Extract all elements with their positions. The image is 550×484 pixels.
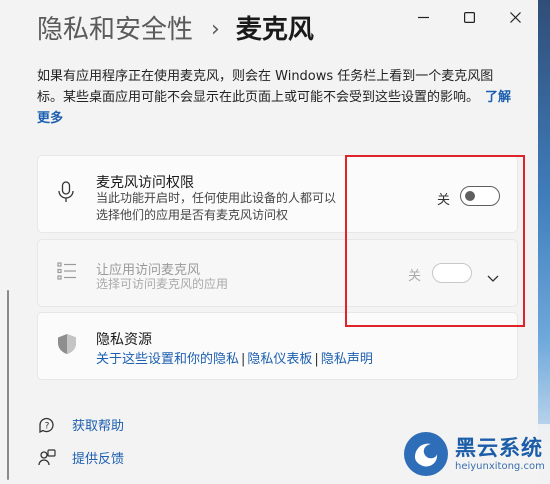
window-controls (400, 6, 538, 28)
microphone-access-card: 麦克风访问权限 当此功能开启时，任何使用此设备的人都可以选择他们的应用是否有麦克… (37, 155, 518, 233)
breadcrumb: 隐私和安全性 › 麦克风 (37, 12, 314, 48)
watermark: 黑云系统 heiyunxitong.com (385, 424, 550, 484)
feedback-icon (38, 448, 56, 465)
intro-paragraph: 如果有应用程序正在使用麦克风，则会在 Windows 任务栏上看到一个麦克风图标… (37, 66, 517, 129)
svg-text:?: ? (45, 421, 50, 431)
privacy-settings-link[interactable]: 关于这些设置和你的隐私 (96, 352, 239, 367)
get-help-label: 获取帮助 (72, 419, 125, 434)
scrollbar[interactable] (7, 290, 9, 480)
breadcrumb-separator: › (211, 17, 220, 42)
privacy-links: 关于这些设置和你的隐私 | 隐私仪表板 | 隐私声明 (96, 348, 373, 367)
maximize-button[interactable] (446, 6, 492, 28)
page-title: 麦克风 (235, 15, 314, 45)
watermark-url: heiyunxitong.com (455, 460, 545, 472)
microphone-access-toggle[interactable] (460, 186, 500, 206)
watermark-logo-icon (404, 432, 448, 476)
breadcrumb-parent[interactable]: 隐私和安全性 (37, 12, 193, 48)
get-help-link[interactable]: ? 获取帮助 (38, 415, 124, 434)
microphone-icon (57, 181, 75, 207)
privacy-statement-link[interactable]: 隐私声明 (321, 352, 373, 367)
give-feedback-link[interactable]: 提供反馈 (38, 448, 124, 467)
microphone-access-description: 当此功能开启时，任何使用此设备的人都可以选择他们的应用是否有麦克风访问权 (96, 191, 337, 222)
close-icon (509, 11, 521, 23)
privacy-dashboard-link[interactable]: 隐私仪表板 (247, 352, 312, 367)
privacy-resources-title: 隐私资源 (96, 332, 152, 348)
microphone-access-state: 关 (436, 193, 450, 208)
close-button[interactable] (492, 6, 538, 28)
microphone-access-title: 麦克风访问权限 (96, 175, 194, 191)
app-list-icon (57, 262, 77, 284)
app-microphone-access-card[interactable]: 让应用访问麦克风 选择可访问麦克风的应用 关 (37, 239, 518, 307)
minimize-button[interactable] (400, 6, 446, 28)
minimize-icon (417, 16, 429, 18)
watermark-text: 黑云系统 heiyunxitong.com (455, 436, 545, 473)
app-microphone-access-state: 关 (407, 269, 421, 284)
watermark-name: 黑云系统 (455, 435, 543, 460)
chevron-down-icon[interactable] (487, 268, 499, 287)
toggle-knob (465, 191, 475, 201)
shield-icon (57, 333, 77, 359)
desktop-wallpaper-edge (538, 0, 550, 484)
link-separator: | (314, 352, 319, 367)
app-microphone-access-description: 选择可访问麦克风的应用 (96, 277, 229, 291)
link-separator: | (241, 352, 246, 367)
maximize-icon (463, 11, 475, 23)
privacy-resources-card: 隐私资源 关于这些设置和你的隐私 | 隐私仪表板 | 隐私声明 (37, 312, 518, 380)
help-icon: ? (39, 417, 54, 433)
app-microphone-access-toggle[interactable] (432, 263, 472, 283)
intro-text: 如果有应用程序正在使用麦克风，则会在 Windows 任务栏上看到一个麦克风图标… (37, 69, 494, 105)
give-feedback-label: 提供反馈 (72, 452, 125, 467)
